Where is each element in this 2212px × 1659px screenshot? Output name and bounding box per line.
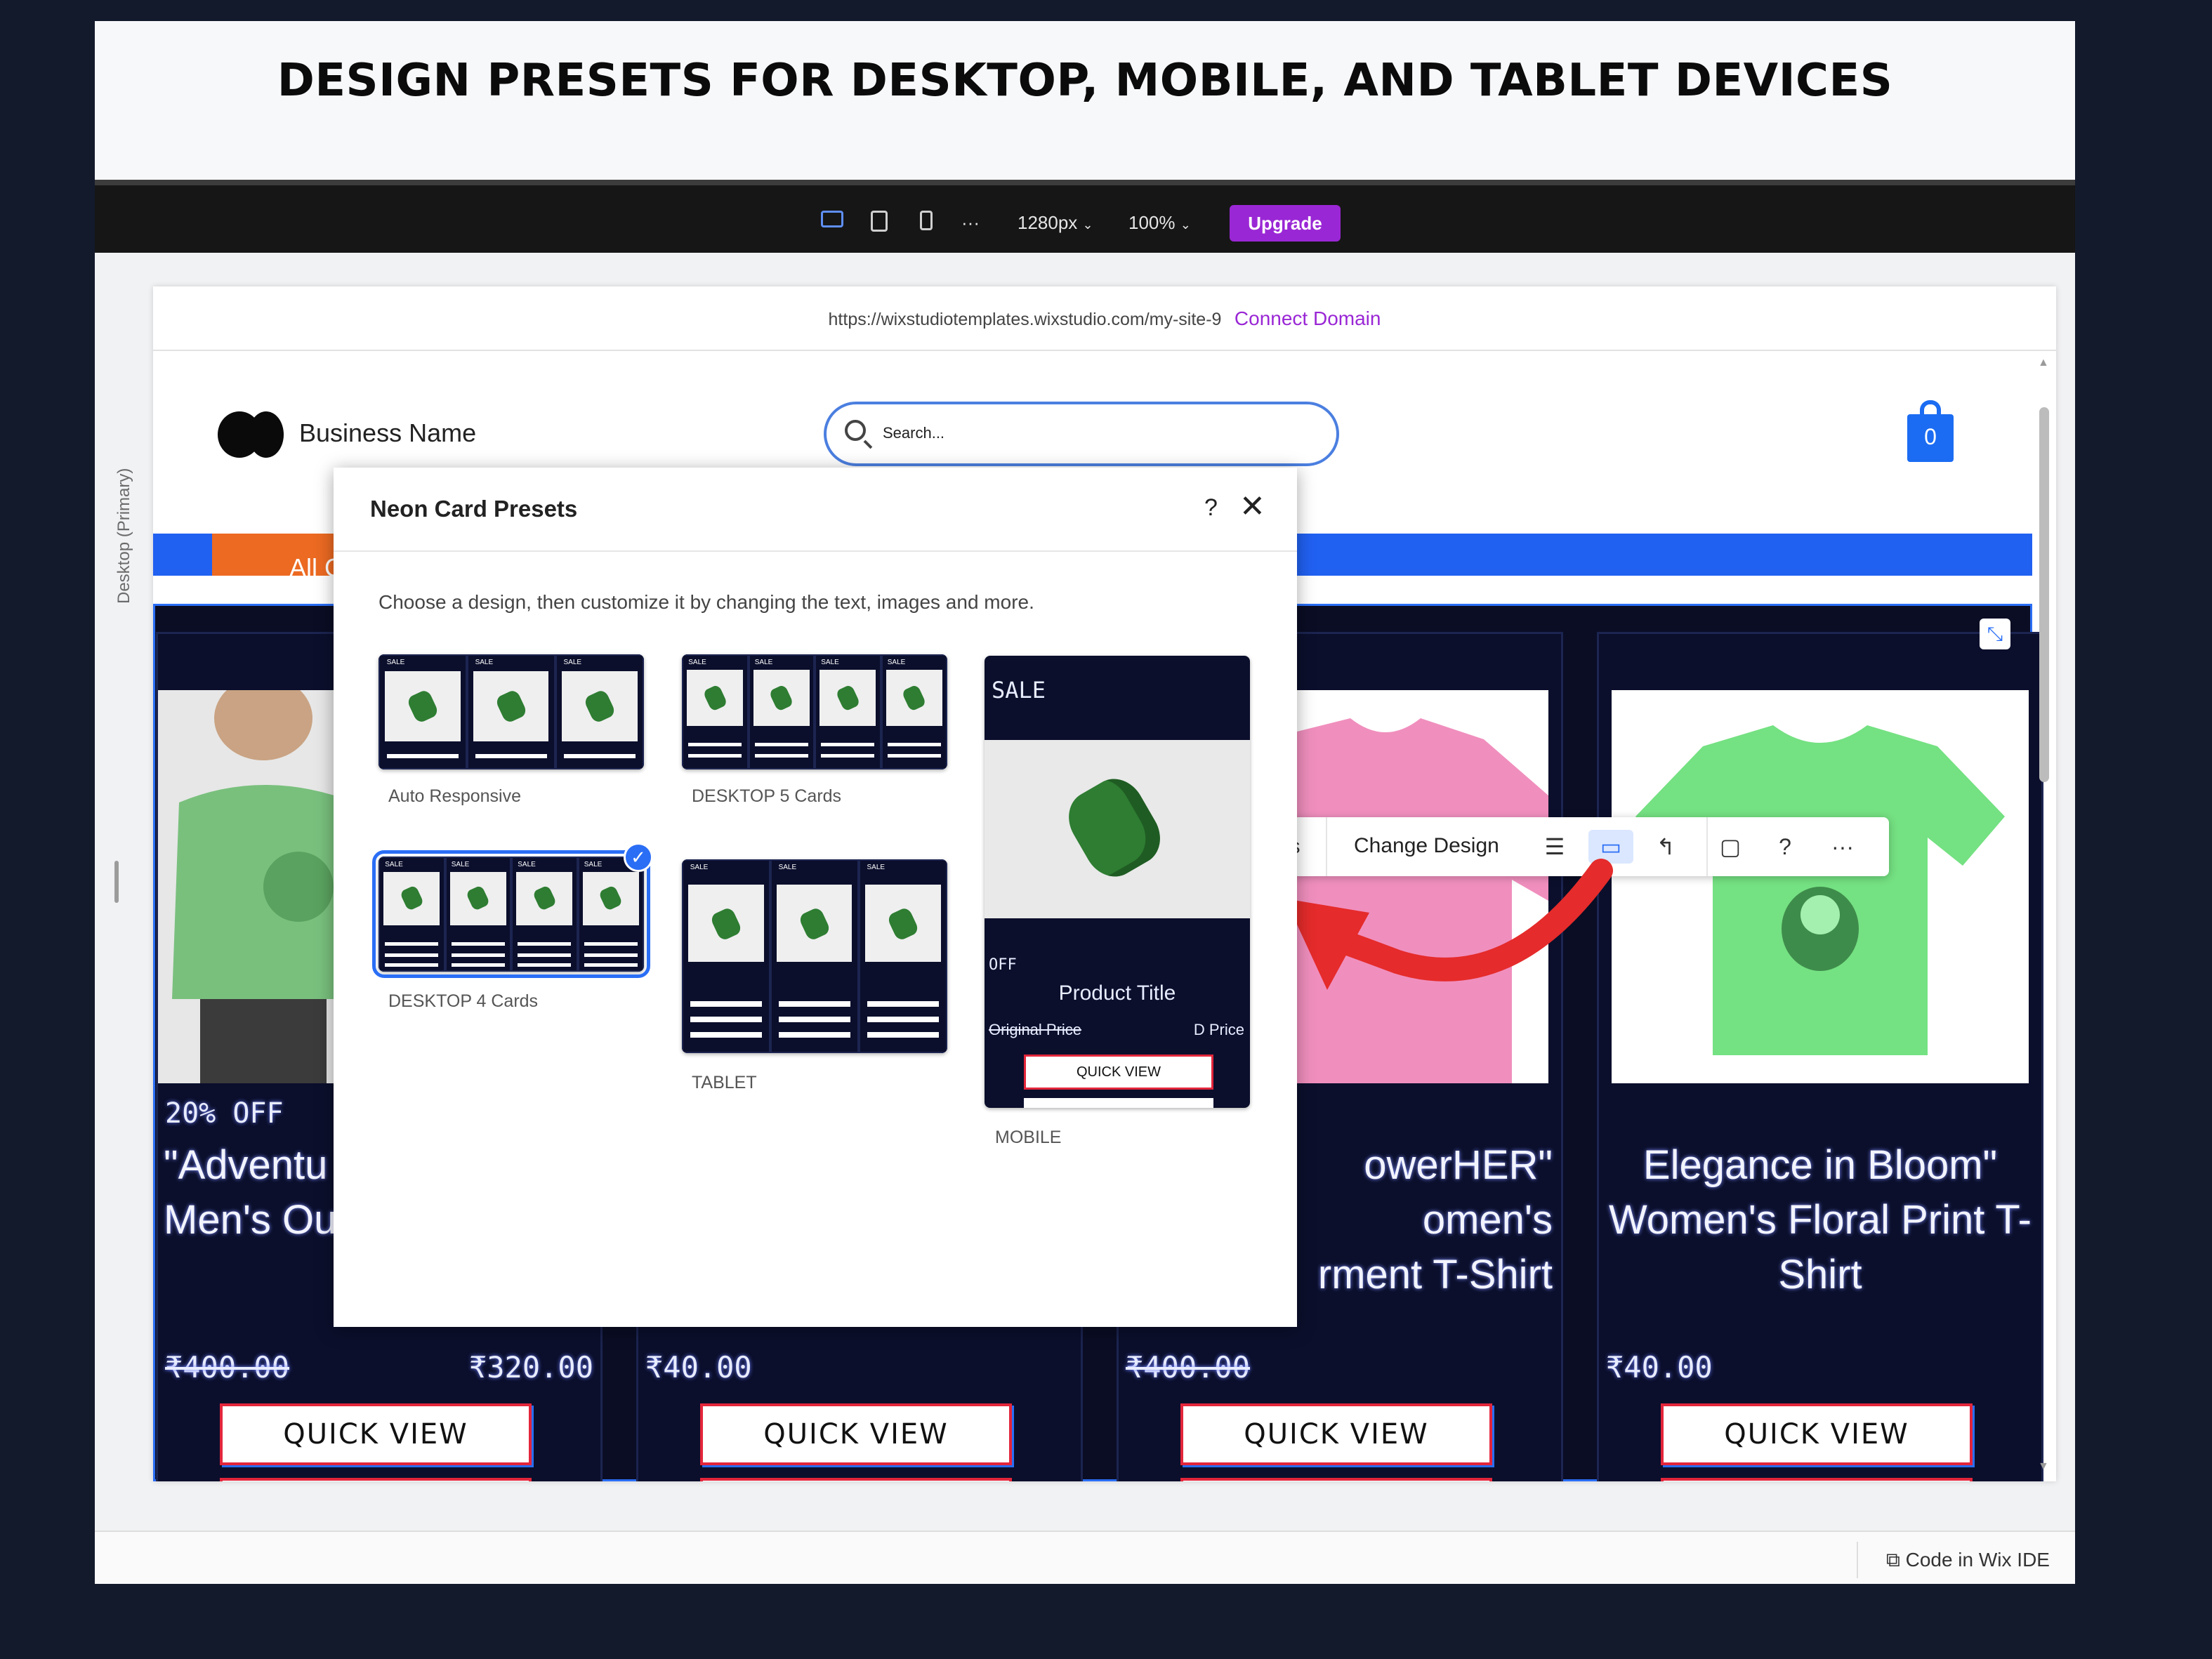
close-icon[interactable]: ✕ [1239,489,1265,524]
selected-check-icon: ✓ [624,842,653,872]
product-title: Product Title [1058,981,1176,1005]
quick-view-button: QUICK VIEW [1024,1055,1213,1090]
search-placeholder: Search... [883,424,945,442]
preset-desktop-5-cards[interactable]: SALE SALE SALE SALE [682,654,947,769]
preset-label: DESKTOP 5 Cards [692,786,842,806]
url-bar: https://wixstudiotemplates.wixstudio.com… [153,286,2056,351]
red-arrow-annotation [1285,859,1613,990]
scrollbar-thumb[interactable] [2039,407,2049,782]
change-design-button[interactable]: Change Design [1354,834,1499,858]
add-to-cart-button[interactable] [220,1478,532,1481]
product-image[interactable] [1612,690,2029,1083]
quick-view-button[interactable]: QUICK VIEW [1661,1403,1973,1465]
discount-badge: 20% OFF [165,1097,284,1130]
preset-label: Auto Responsive [388,786,522,806]
search-icon [845,420,866,441]
cart-icon[interactable]: 0 [1907,400,1954,462]
scroll-down-arrow-icon[interactable]: ▼ [2038,1460,2049,1473]
original-price: ₹40.00 [1606,1350,1713,1384]
comment-icon[interactable]: ▢ [1713,830,1747,864]
add-to-cart-button[interactable] [700,1478,1012,1481]
code-ide-label: Code in Wix IDE [1905,1549,2050,1571]
zoom-value: 100% [1128,212,1176,233]
header-banner: DESIGN PRESETS FOR DESKTOP, MOBILE, AND … [95,21,2075,180]
tablet-icon[interactable] [871,211,888,232]
product-name: Elegance in Bloom" Women's Floral Print … [1609,1142,2032,1297]
preset-label: MOBILE [995,1128,1062,1147]
add-to-cart-button[interactable] [1180,1478,1492,1481]
original-price: Original Price [989,1021,1082,1038]
width-dropdown[interactable]: 1280px ⌄ [1018,212,1093,234]
editor-toolbar: ··· 1280px ⌄ 100% ⌄ Upgrade [95,180,2075,253]
preset-desktop-4-cards[interactable]: SALE SALE SALE SALE [372,850,650,978]
discount-badge: OFF [989,956,1017,974]
collapse-icon[interactable]: ⤡ [1980,619,2010,649]
mobile-icon[interactable] [920,211,933,230]
sale-price: D Price [1193,1021,1244,1038]
original-price: ₹400.00 [165,1350,290,1384]
original-price: ₹40.00 [645,1350,752,1384]
cart-count: 0 [1907,414,1954,462]
sale-price: ₹320.00 [468,1350,593,1384]
external-link-icon: ⧉ [1885,1549,1906,1571]
quick-view-button[interactable]: QUICK VIEW [1180,1403,1492,1465]
resize-handle[interactable] [114,861,119,903]
chevron-down-icon: ⌄ [1180,218,1191,232]
width-value: 1280px [1018,212,1078,233]
upgrade-button[interactable]: Upgrade [1230,205,1341,242]
original-price: ₹400.00 [1126,1350,1251,1384]
desktop-icon[interactable] [821,211,843,227]
zoom-dropdown[interactable]: 100% ⌄ [1128,212,1191,234]
green-cylinder-image [1058,769,1171,887]
dialog-description: Choose a design, then customize it by ch… [378,591,1034,613]
sale-badge: SALE [992,677,1046,703]
preset-label: TABLET [692,1073,757,1092]
add-to-cart-button[interactable] [1661,1478,1973,1481]
add-to-cart-button [1024,1098,1213,1108]
preset-label: DESKTOP 4 Cards [388,991,539,1011]
connect-domain-link[interactable]: Connect Domain [1235,308,1381,329]
preset-mobile[interactable]: SALE OFF Product Title Original Price D … [985,656,1250,1108]
preset-tablet[interactable]: SALE SALE SALE [682,859,947,1053]
preset-auto-responsive[interactable]: SALE SALE SALE [378,654,644,769]
quick-view-button[interactable]: QUICK VIEW [700,1403,1012,1465]
banner-title: DESIGN PRESETS FOR DESKTOP, MOBILE, AND … [277,55,1893,107]
business-name: Business Name [299,418,477,447]
connect-data-icon[interactable]: ↰ [1649,830,1683,864]
search-bar[interactable]: Search... [824,402,1339,466]
help-icon[interactable]: ? [1204,494,1218,522]
divider [334,550,1297,552]
business-logo [218,411,284,458]
breakpoint-label: Desktop (Primary) [114,468,133,604]
product-card[interactable]: Elegance in Bloom" Women's Floral Print … [1599,634,2041,1481]
dialog-title: Neon Card Presets [370,496,578,522]
chevron-down-icon: ⌄ [1082,218,1093,232]
more-devices-icon[interactable]: ··· [961,212,980,234]
scroll-up-arrow-icon[interactable]: ▲ [2038,357,2049,369]
help-icon[interactable]: ? [1768,830,1802,864]
bottom-bar: ⧉ Code in Wix IDE [95,1531,2075,1584]
product-image [985,740,1250,918]
quick-view-button[interactable]: QUICK VIEW [220,1403,532,1465]
more-options-icon[interactable]: ··· [1826,830,1859,864]
site-url: https://wixstudiotemplates.wixstudio.com… [828,310,1222,329]
green-tshirt-image [1635,725,2005,1055]
code-in-wix-ide-button[interactable]: ⧉ Code in Wix IDE [1856,1542,2050,1578]
